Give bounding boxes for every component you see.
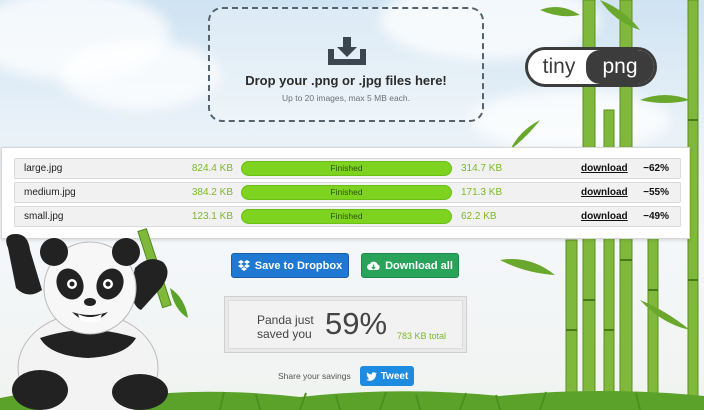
panda-mascot-illustration [6, 228, 188, 410]
savings-caption-line2: saved you [257, 327, 312, 341]
compressed-size: 314.7 KB [461, 163, 503, 174]
file-row: small.jpg 123.1 KB Finished 62.2 KB down… [14, 206, 681, 227]
file-name: large.jpg [24, 163, 63, 174]
progress-bar: Finished [241, 185, 452, 200]
tweet-button-label: Tweet [380, 370, 409, 382]
original-size: 123.1 KB [191, 211, 233, 222]
cloud-download-icon [367, 261, 380, 270]
savings-summary: Panda just saved you 59% 783 KB total [224, 296, 467, 353]
tinypng-logo[interactable]: tiny png [525, 47, 657, 87]
file-name: medium.jpg [24, 187, 76, 198]
drop-zone-subtitle: Up to 20 images, max 5 MB each. [281, 93, 411, 103]
download-all-button[interactable]: Download all [361, 253, 459, 278]
download-link[interactable]: download [581, 187, 628, 198]
savings-percent: −49% [643, 211, 669, 222]
compressed-size: 62.2 KB [461, 211, 497, 222]
share-label: Share your savings [278, 371, 351, 381]
savings-percent-total: 59% [325, 306, 388, 341]
results-panel: large.jpg 824.4 KB Finished 314.7 KB dow… [1, 147, 690, 239]
download-link[interactable]: download [581, 211, 628, 222]
tweet-button[interactable]: Tweet [360, 366, 414, 386]
progress-bar: Finished [241, 209, 452, 224]
download-link[interactable]: download [581, 163, 628, 174]
savings-caption: Panda just saved you [257, 313, 314, 341]
logo-text-png: png [586, 50, 654, 84]
dropbox-icon [237, 260, 250, 271]
savings-summary-inner: Panda just saved you 59% 783 KB total [228, 300, 463, 349]
twitter-bird-icon [365, 371, 377, 381]
save-to-dropbox-button[interactable]: Save to Dropbox [231, 253, 349, 278]
savings-total-size: 783 KB total [397, 331, 447, 341]
original-size: 384.2 KB [191, 187, 233, 198]
savings-caption-line1: Panda just [257, 313, 314, 327]
file-row: large.jpg 824.4 KB Finished 314.7 KB dow… [14, 158, 681, 179]
file-drop-zone[interactable]: Drop your .png or .jpg files here! Up to… [208, 7, 484, 122]
savings-percent: −62% [643, 163, 669, 174]
progress-bar: Finished [241, 161, 452, 176]
download-all-label: Download all [385, 259, 453, 272]
original-size: 824.4 KB [191, 163, 233, 174]
file-row: medium.jpg 384.2 KB Finished 171.3 KB do… [14, 182, 681, 203]
compressed-size: 171.3 KB [461, 187, 503, 198]
logo-text-tiny: tiny [542, 55, 576, 78]
drop-zone-title: Drop your .png or .jpg files here! [245, 73, 447, 88]
savings-percent: −55% [643, 187, 669, 198]
download-tray-icon [328, 37, 366, 65]
file-name: small.jpg [24, 211, 64, 222]
dropbox-button-label: Save to Dropbox [254, 259, 343, 272]
